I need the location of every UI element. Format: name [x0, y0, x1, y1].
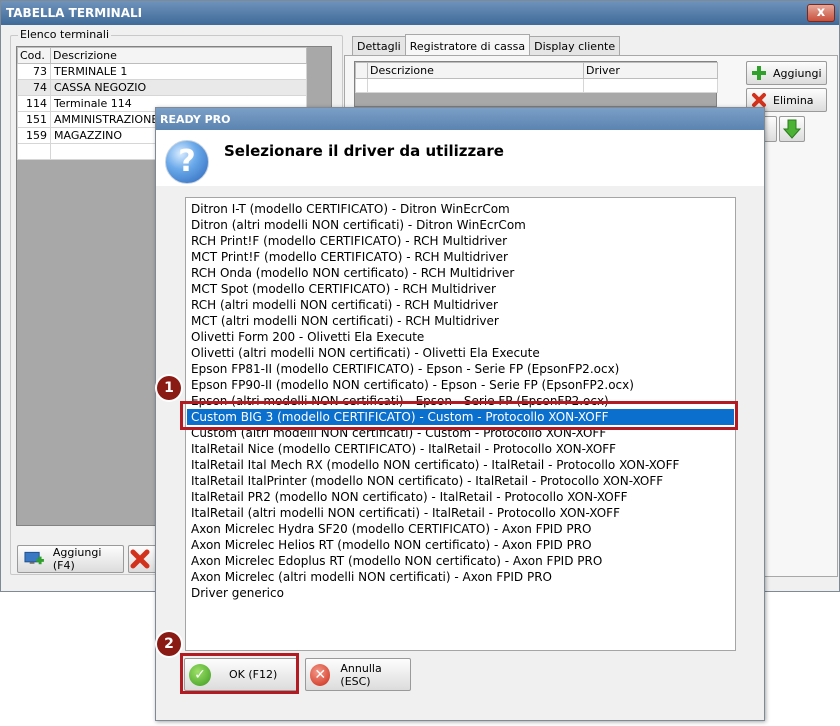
cell-code: 114: [17, 95, 51, 112]
cell-code: 73: [17, 63, 51, 80]
cell-description: TERMINALE 1: [50, 63, 307, 80]
driver-list-item[interactable]: RCH Print!F (modello CERTIFICATO) - RCH …: [187, 233, 734, 249]
step-badge-1: 1: [157, 376, 181, 400]
delete-icon: [130, 549, 150, 569]
add-monitor-icon: [24, 551, 44, 565]
cell-description: CASSA NEGOZIO: [50, 79, 307, 96]
col-header-driver[interactable]: Driver: [583, 62, 718, 79]
driver-list-item[interactable]: Epson FP90-II (modello NON certificato) …: [187, 377, 734, 393]
delete-icon: [752, 93, 766, 107]
table-row-empty[interactable]: [355, 78, 718, 93]
dialog-heading: Selezionare il driver da utilizzare: [224, 142, 504, 160]
driver-list-item[interactable]: Ditron I-T (modello CERTIFICATO) - Ditro…: [187, 201, 734, 217]
driver-list-item[interactable]: ItalRetail Ital Mech RX (modello NON cer…: [187, 457, 734, 473]
driver-list-item[interactable]: MCT Print!F (modello CERTIFICATO) - RCH …: [187, 249, 734, 265]
col-header-description[interactable]: Descrizione: [50, 47, 307, 64]
plus-icon: [752, 66, 766, 80]
cell-driver: [583, 78, 718, 93]
move-down-button[interactable]: [779, 116, 805, 142]
selected-driver-highlight: [180, 401, 738, 430]
driver-list-item[interactable]: ItalRetail PR2 (modello NON certificato)…: [187, 489, 734, 505]
dialog-title: READY PRO: [156, 108, 764, 130]
delete-terminal-button[interactable]: [128, 545, 158, 573]
add-driver-button[interactable]: Aggiungi: [746, 61, 827, 85]
driver-list-item[interactable]: RCH (altri modelli NON certificati) - RC…: [187, 297, 734, 313]
tab-display-cliente[interactable]: Display cliente: [529, 36, 621, 56]
driver-list-item[interactable]: Axon Micrelec (altri modelli NON certifi…: [187, 569, 734, 585]
cell-indicator: [355, 78, 368, 93]
cell-code: 74: [17, 79, 51, 96]
cell-code: 151: [17, 111, 51, 128]
cancel-label: Annulla (ESC): [340, 661, 382, 688]
dialog-header: ? Selezionare il driver da utilizzare: [156, 130, 764, 186]
group-label: Elenco terminali: [18, 28, 112, 41]
close-button[interactable]: x: [807, 4, 835, 22]
arrow-down-icon: [783, 119, 801, 139]
driver-list-item[interactable]: ItalRetail ItalPrinter (modello NON cert…: [187, 473, 734, 489]
remove-driver-label: Elimina: [773, 93, 814, 107]
driver-list-item[interactable]: ItalRetail (altri modelli NON certificat…: [187, 505, 734, 521]
add-terminal-button[interactable]: Aggiungi (F4): [17, 545, 124, 573]
tab-bar: Dettagli Registratore di cassa Display c…: [352, 34, 621, 56]
tab-registratore[interactable]: Registratore di cassa: [404, 34, 531, 56]
driver-list-item[interactable]: RCH Onda (modello NON certificato) - RCH…: [187, 265, 734, 281]
window-title: TABELLA TERMINALI: [1, 1, 839, 25]
driver-list-item[interactable]: Axon Micrelec Hydra SF20 (modello CERTIF…: [187, 521, 734, 537]
driver-list-item[interactable]: Axon Micrelec Helios RT (modello NON cer…: [187, 537, 734, 553]
driver-list-item[interactable]: Ditron (altri modelli NON certificati) -…: [187, 217, 734, 233]
add-terminal-label: Aggiungi (F4): [52, 546, 102, 572]
cell-description: [367, 78, 584, 93]
driver-list-item[interactable]: Epson FP81-II (modello CERTIFICATO) - Ep…: [187, 361, 734, 377]
col-header-indicator: [355, 62, 368, 79]
tab-dettagli[interactable]: Dettagli: [352, 36, 406, 56]
driver-list-item[interactable]: MCT Spot (modello CERTIFICATO) - RCH Mul…: [187, 281, 734, 297]
cancel-button[interactable]: ✕ Annulla (ESC): [305, 658, 411, 691]
driver-list-item[interactable]: MCT (altri modelli NON certificati) - RC…: [187, 313, 734, 329]
driver-list-item[interactable]: Driver generico: [187, 585, 734, 601]
ok-button-highlight: [180, 653, 299, 694]
table-row[interactable]: 73 TERMINALE 1: [17, 63, 307, 80]
driver-list-item[interactable]: ItalRetail Nice (modello CERTIFICATO) - …: [187, 441, 734, 457]
cell-code: 159: [17, 127, 51, 144]
drivers-grid[interactable]: Descrizione Driver: [354, 61, 718, 107]
drivers-table: Descrizione Driver: [355, 62, 718, 93]
table-row[interactable]: 74 CASSA NEGOZIO: [17, 79, 307, 96]
add-driver-label: Aggiungi: [773, 66, 822, 80]
driver-list-item[interactable]: Olivetti Form 200 - Olivetti Ela Execute: [187, 329, 734, 345]
cell-code: [17, 143, 51, 160]
driver-list-item[interactable]: Olivetti (altri modelli NON certificati)…: [187, 345, 734, 361]
col-header-description[interactable]: Descrizione: [367, 62, 584, 79]
close-icon: ✕: [310, 663, 331, 686]
question-icon: ?: [165, 140, 209, 184]
driver-list-item[interactable]: Axon Micrelec Edoplus RT (modello NON ce…: [187, 553, 734, 569]
step-badge-2: 2: [157, 632, 181, 656]
col-header-code[interactable]: Cod.: [17, 47, 51, 64]
